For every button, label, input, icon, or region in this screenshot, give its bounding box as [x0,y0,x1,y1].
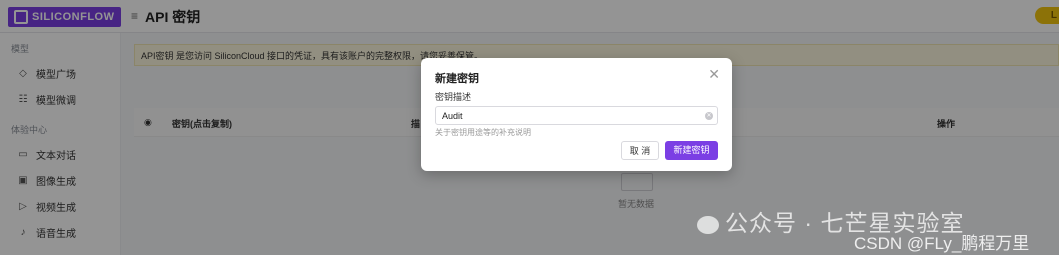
key-description-input[interactable] [435,106,718,125]
create-key-button[interactable]: 新建密钥 [665,141,718,160]
dialog-title: 新建密钥 [435,73,479,85]
wechat-icon [697,215,719,234]
new-key-dialog: 新建密钥 ✕ 密钥描述 ✕ 关于密钥用途等的补充说明 取 消 新建密钥 [421,58,732,171]
key-description-hint: 关于密钥用途等的补充说明 [435,128,531,137]
key-description-label: 密钥描述 [435,92,472,102]
clear-input-icon[interactable]: ✕ [705,112,713,120]
close-icon[interactable]: ✕ [708,67,720,81]
csdn-watermark: CSDN @FLy_鹏程万里 [854,234,1030,253]
cancel-button[interactable]: 取 消 [621,141,659,160]
